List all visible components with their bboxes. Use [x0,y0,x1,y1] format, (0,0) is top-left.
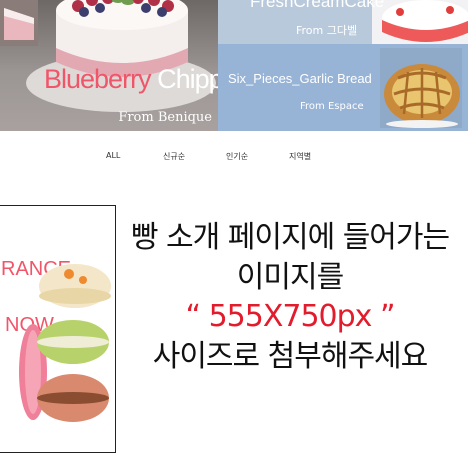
banner-title: Six_Pieces_Garlic Bread [228,71,372,86]
banner-title: Blueberry Chippon [44,64,218,94]
banner-title: FreshCreamCake [250,0,385,11]
nav-item-newest[interactable]: 신규순 [163,151,185,162]
cake-slice-image [0,0,38,46]
hero-banner-blueberry-chippon[interactable]: Blueberry Chippon From Benique [0,0,218,131]
banner-subtitle: From Benique [118,110,212,125]
nav-item-region[interactable]: 지역별 [289,151,311,162]
banner-garlic-bread[interactable]: Six_Pieces_Garlic Bread From Espace [218,44,468,131]
notice-size: “ 555X750px ” [185,299,395,335]
bread-intro-page: Blueberry Chippon From Benique FreshCrea… [0,0,468,461]
image-size-notice: 빵 소개 페이지에 들어가는 이미지를 “ 555X750px ” 사이즈로 첨… [112,218,468,376]
macaron-stack-image [19,264,111,422]
notice-line: 빵 소개 페이지에 들어가는 [130,220,450,255]
notice-line: 사이즈로 첨부해주세요 [152,338,429,374]
nav-item-popular[interactable]: 인기순 [226,151,248,162]
product-image-macaron[interactable]: RANCE NOW [0,205,116,453]
banner-subtitle: From Espace [300,101,364,112]
nav-item-all[interactable]: ALL [106,151,120,160]
banner-fresh-cream-cake[interactable]: FreshCreamCake From 그다벨 [218,0,468,44]
cream-cake-image [372,0,468,44]
category-nav: ALL 신규순 인기순 지역별 [0,131,468,181]
banner-subtitle: From 그다벨 [296,24,358,37]
notice-line: 이미지를 [236,259,344,295]
garlic-bread-image [380,48,462,128]
